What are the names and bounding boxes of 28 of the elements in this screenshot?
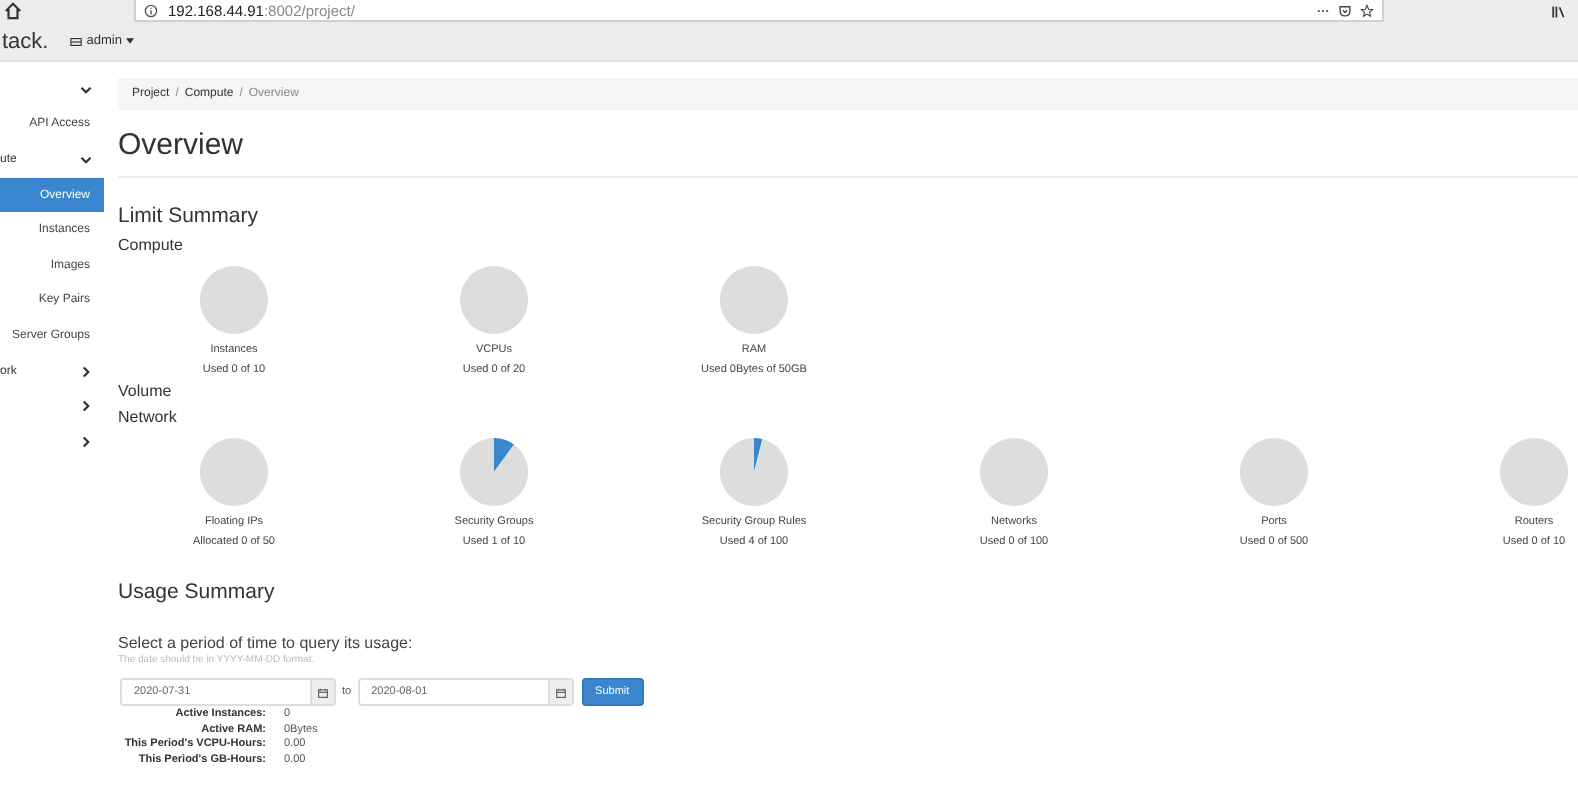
logo-text: tack. [2,29,49,53]
free-slice [460,266,528,334]
calendar-icon [555,687,566,697]
calendar-icon [318,687,328,697]
group-title: Network [118,406,179,428]
free-slice [200,438,268,506]
server-icon [70,37,83,45]
section-title: Limit Summary [118,204,261,230]
section-title: Usage Summary [118,580,277,606]
period-prompt: Select a period of time to query its usage: [118,634,415,652]
caret-icon [125,38,134,44]
free-slice [1240,438,1308,506]
star-icon[interactable] [1360,3,1374,17]
free-slice [460,438,528,506]
group-title: Compute [118,234,185,256]
info-icon[interactable] [144,3,158,17]
free-slice [720,266,788,334]
free-slice [720,438,788,506]
group-title: Volume [118,380,174,402]
free-slice [1500,438,1568,506]
library-icon[interactable] [1550,3,1566,19]
page-title: Overview [118,128,246,164]
free-slice [200,266,268,334]
free-slice [980,438,1048,506]
used-slice [754,438,763,472]
used-slice [494,438,514,472]
shield-icon[interactable] [1338,3,1352,17]
home-icon[interactable] [4,2,22,20]
